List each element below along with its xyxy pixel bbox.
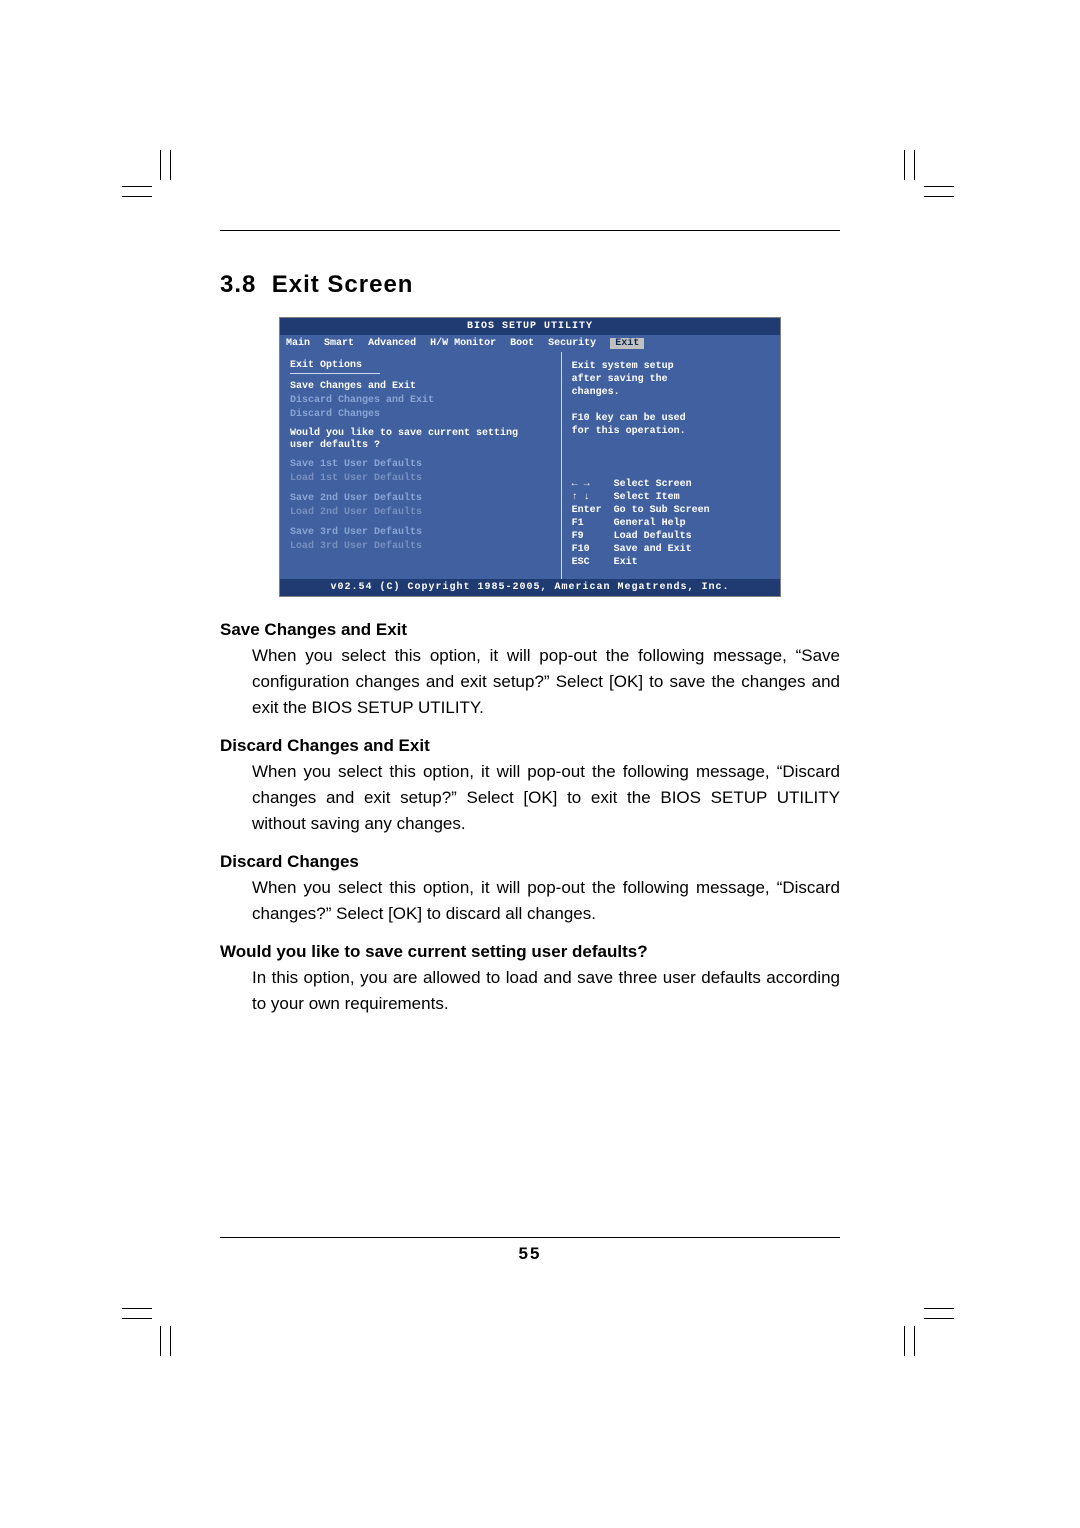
opt-save-1st[interactable]: Save 1st User Defaults bbox=[290, 458, 551, 472]
page-number: 55 bbox=[220, 1244, 840, 1264]
desc1-heading: Save Changes and Exit bbox=[220, 617, 840, 643]
bios-left-pane: Exit Options Save Changes and Exit Disca… bbox=[280, 352, 561, 579]
tab-security[interactable]: Security bbox=[548, 338, 596, 349]
bios-right-pane: Exit system setup after saving the chang… bbox=[561, 352, 780, 579]
opt-save-exit[interactable]: Save Changes and Exit bbox=[290, 380, 551, 394]
opt-discard[interactable]: Discard Changes bbox=[290, 408, 551, 422]
underline bbox=[290, 373, 380, 374]
desc3-text: When you select this option, it will pop… bbox=[252, 875, 840, 927]
tab-advanced[interactable]: Advanced bbox=[368, 338, 416, 349]
tab-boot[interactable]: Boot bbox=[510, 338, 534, 349]
save-defaults-question: Would you like to save current setting u… bbox=[290, 428, 551, 452]
opt-save-3rd[interactable]: Save 3rd User Defaults bbox=[290, 526, 551, 540]
desc2-heading: Discard Changes and Exit bbox=[220, 733, 840, 759]
bios-footer: v02.54 (C) Copyright 1985-2005, American… bbox=[280, 579, 780, 596]
opt-load-3rd[interactable]: Load 3rd User Defaults bbox=[290, 540, 551, 554]
bios-body: Exit Options Save Changes and Exit Disca… bbox=[280, 352, 780, 579]
opt-discard-exit[interactable]: Discard Changes and Exit bbox=[290, 394, 551, 408]
section-name: Exit Screen bbox=[272, 271, 414, 298]
page-content: 3.8 Exit Screen BIOS SETUP UTILITY Main … bbox=[220, 230, 840, 1264]
bios-window: BIOS SETUP UTILITY Main Smart Advanced H… bbox=[279, 317, 781, 597]
opt-save-2nd[interactable]: Save 2nd User Defaults bbox=[290, 492, 551, 506]
body-text: Save Changes and Exit When you select th… bbox=[220, 617, 840, 1017]
bottom-rule bbox=[220, 1237, 840, 1238]
desc3-heading: Discard Changes bbox=[220, 849, 840, 875]
desc2-text: When you select this option, it will pop… bbox=[252, 759, 840, 837]
desc4-heading: Would you like to save current setting u… bbox=[220, 939, 840, 965]
exit-options-heading: Exit Options bbox=[290, 360, 551, 371]
desc4-text: In this option, you are allowed to load … bbox=[252, 965, 840, 1017]
section-number: 3.8 bbox=[220, 271, 256, 298]
tab-exit[interactable]: Exit bbox=[610, 338, 644, 349]
opt-load-1st[interactable]: Load 1st User Defaults bbox=[290, 472, 551, 486]
top-rule bbox=[220, 230, 840, 231]
desc1-text: When you select this option, it will pop… bbox=[252, 643, 840, 721]
bios-tabs: Main Smart Advanced H/W Monitor Boot Sec… bbox=[280, 335, 780, 352]
key-help: ← →Select Screen ↑ ↓Select Item EnterGo … bbox=[572, 478, 772, 569]
bios-title: BIOS SETUP UTILITY bbox=[280, 318, 780, 335]
opt-load-2nd[interactable]: Load 2nd User Defaults bbox=[290, 506, 551, 520]
tab-smart[interactable]: Smart bbox=[324, 338, 354, 349]
section-title: 3.8 Exit Screen bbox=[220, 271, 840, 299]
help-description: Exit system setup after saving the chang… bbox=[572, 360, 772, 438]
tab-hwmonitor[interactable]: H/W Monitor bbox=[430, 338, 496, 349]
tab-main[interactable]: Main bbox=[286, 338, 310, 349]
